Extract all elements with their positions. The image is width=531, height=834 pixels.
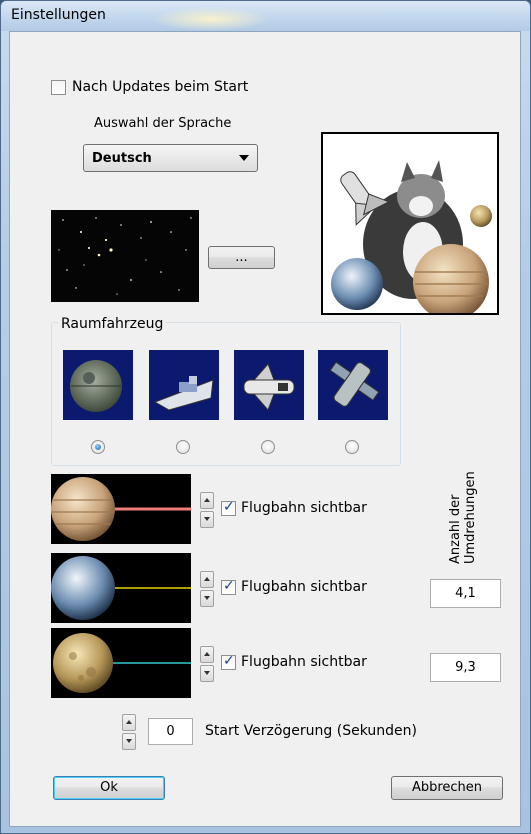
chevron-down-icon [239, 155, 249, 161]
space-shuttle-icon [243, 363, 295, 411]
satellite-tile[interactable] [318, 350, 388, 420]
language-selected: Deutsch [92, 151, 152, 166]
orbit-1-spinner[interactable] [200, 492, 214, 528]
browse-background-button[interactable]: ... [208, 246, 275, 269]
spinner-up-icon[interactable] [200, 646, 214, 663]
spinner-up-icon[interactable] [200, 571, 214, 588]
orbit-2-visible-checkbox[interactable] [221, 578, 236, 595]
spinner-up-icon[interactable] [122, 714, 136, 731]
title-bar[interactable]: Einstellungen [1, 1, 530, 31]
cancel-button[interactable]: Abbrechen [391, 776, 503, 800]
spacecraft-radio-death-star[interactable] [91, 440, 105, 454]
start-delay-input[interactable]: 0 [148, 718, 193, 745]
language-dropdown[interactable]: Deutsch [83, 144, 258, 172]
spacecraft-radio-shuttle[interactable] [261, 440, 275, 454]
shuttle-tile[interactable] [234, 350, 304, 420]
starfield-image [58, 217, 192, 295]
orbit-1-visible-checkbox[interactable] [221, 499, 236, 516]
dialog-body: Nach Updates beim Start Auswahl der Spra… [9, 31, 521, 827]
jupiter-icon [51, 477, 191, 541]
ok-button[interactable]: Ok [53, 776, 165, 800]
death-star-tile[interactable] [63, 350, 133, 420]
orbit-3-rotations-input[interactable]: 9,3 [430, 653, 501, 682]
spinner-down-icon[interactable] [200, 590, 214, 607]
star-destroyer-icon [153, 376, 214, 411]
updates-checkbox[interactable] [51, 80, 66, 95]
start-delay-label: Start Verzögerung (Sekunden) [205, 723, 417, 739]
spacecraft-group-label: Raumfahrzeug [58, 316, 167, 332]
background-preview [51, 210, 199, 302]
settings-window: Einstellungen Nach Updates beim Start Au… [0, 0, 531, 834]
jupiter-preview [51, 474, 191, 544]
earth-preview [51, 553, 191, 623]
spinner-down-icon[interactable] [122, 733, 136, 750]
updates-label: Nach Updates beim Start [72, 79, 249, 95]
orbit-2-rotations-input[interactable]: 4,1 [430, 579, 501, 608]
orbit-3-spinner[interactable] [200, 646, 214, 682]
orbit-2-visible-label: Flugbahn sichtbar [241, 579, 367, 595]
spinner-down-icon[interactable] [200, 511, 214, 528]
satellite-icon [329, 361, 380, 407]
spacecraft-radio-satellite[interactable] [345, 440, 359, 454]
cat-planets-image [331, 160, 492, 320]
moon-icon [53, 633, 191, 693]
preview-image [321, 132, 499, 320]
spacecraft-radio-star-destroyer[interactable] [176, 440, 190, 454]
earth-icon [51, 556, 191, 620]
moon-preview [51, 628, 191, 698]
death-star-icon [70, 360, 122, 412]
orbit-3-visible-checkbox[interactable] [221, 653, 236, 670]
language-label: Auswahl der Sprache [94, 116, 232, 131]
spinner-down-icon[interactable] [200, 665, 214, 682]
orbit-3-visible-label: Flugbahn sichtbar [241, 654, 367, 670]
rotations-label: Anzahl der Umdrehungen [448, 471, 478, 564]
window-title: Einstellungen [11, 7, 106, 23]
orbit-2-spinner[interactable] [200, 571, 214, 607]
start-delay-spinner[interactable] [122, 714, 136, 750]
title-glow [151, 7, 271, 31]
orbit-1-visible-label: Flugbahn sichtbar [241, 500, 367, 516]
star-destroyer-tile[interactable] [149, 350, 219, 420]
spinner-up-icon[interactable] [200, 492, 214, 509]
